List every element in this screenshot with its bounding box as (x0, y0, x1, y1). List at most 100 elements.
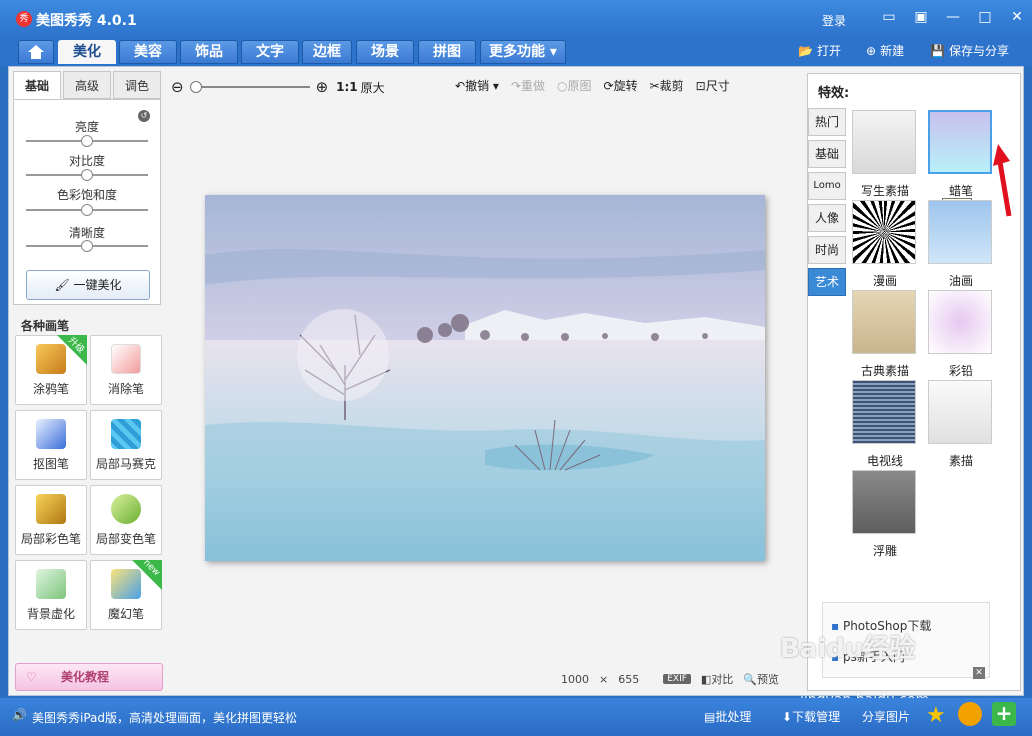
tutorial-button[interactable]: ♡ 美化教程 (15, 663, 163, 691)
login-link[interactable]: 登录 (822, 12, 846, 29)
effect-oil[interactable]: 油画 (928, 200, 994, 288)
new-button[interactable]: ⊕ 新建 (866, 42, 904, 59)
weibo-icon[interactable] (958, 702, 982, 726)
effect-tv-lines[interactable]: 电视线 (852, 380, 918, 468)
brush-graffiti[interactable]: 涂鸦笔 升级 (15, 335, 87, 405)
rotate-button[interactable]: ⟳旋转 (604, 77, 638, 94)
effect-color-pencil-label: 彩铅 (948, 364, 973, 378)
open-button[interactable]: 📂 打开 (798, 42, 841, 59)
contrast-knob[interactable] (81, 169, 93, 181)
original-label: 原图 (567, 79, 592, 93)
brush-graffiti-label: 涂鸦笔 (32, 382, 69, 396)
undo-button[interactable]: ↶撤销 ▾ (455, 77, 499, 94)
promo-message[interactable]: 美图秀秀iPad版，高清处理画面，美化拼图更轻松 (32, 709, 297, 726)
sharpness-knob[interactable] (81, 240, 93, 252)
preview-button[interactable]: 🔍预览 (743, 671, 779, 687)
tab-accessories[interactable]: 饰品 (180, 40, 238, 64)
brightness-slider[interactable] (26, 135, 148, 147)
brush-recolor[interactable]: 局部变色笔 (90, 485, 162, 555)
effect-sketch[interactable]: 写生素描 (852, 110, 918, 198)
effect-pencil-sketch[interactable]: 素描 (928, 380, 994, 468)
category-basic[interactable]: 基础 (808, 140, 846, 168)
effect-color-pencil[interactable]: 彩铅 (928, 290, 994, 378)
category-art[interactable]: 艺术 (808, 268, 846, 296)
star-icon[interactable]: ★ (926, 703, 946, 728)
preview-icon: 🔍 (743, 673, 758, 686)
maximize-icon[interactable]: □ (976, 9, 994, 25)
compare-button[interactable]: ◧对比 (701, 671, 733, 687)
effect-emboss[interactable]: 浮雕 (852, 470, 918, 558)
contrast-slider[interactable] (26, 169, 148, 181)
add-icon[interactable]: + (992, 702, 1016, 726)
crop-button[interactable]: ✂裁剪 (650, 77, 684, 94)
tab-text[interactable]: 文字 (241, 40, 299, 64)
brush-cutout[interactable]: 抠图笔 (15, 410, 87, 480)
category-lomo[interactable]: Lomo (808, 172, 846, 200)
tab-beauty[interactable]: 美容 (119, 40, 177, 64)
download-manager-button[interactable]: ⬇下载管理 (782, 708, 840, 725)
exif-button[interactable]: EXIF (663, 674, 691, 684)
minimize-icon[interactable]: — (944, 9, 962, 25)
brightness-label: 亮度 (74, 120, 99, 134)
tab-more-label: 更多功能 (489, 44, 546, 60)
tab-beautify[interactable]: 美化 (58, 40, 116, 64)
brightness-knob[interactable] (81, 135, 93, 147)
category-portrait[interactable]: 人像 (808, 204, 846, 232)
brush-mosaic[interactable]: 局部马赛克 (90, 410, 162, 480)
effect-classic-sketch[interactable]: 古典素描 (852, 290, 918, 378)
subtab-basic[interactable]: 基础 (13, 71, 61, 99)
brush-blur-label: 背景虚化 (26, 607, 75, 621)
size-button[interactable]: ⊡尺寸 (696, 77, 730, 94)
sharpness-slider[interactable] (26, 240, 148, 252)
category-popular[interactable]: 热门 (808, 108, 846, 136)
effect-comic[interactable]: 漫画 (852, 200, 918, 288)
tab-frame[interactable]: 边框 (302, 40, 352, 64)
undo-dropdown-icon[interactable]: ▾ (493, 79, 499, 93)
feedback-icon[interactable]: ▭ (880, 9, 898, 25)
save-share-button[interactable]: 💾 保存与分享 (930, 42, 1009, 59)
brush-magic-label: 魔幻笔 (107, 607, 144, 621)
brush-section-title: 各种画笔 (21, 319, 70, 333)
canvas-area: ⊖ ⊕ 1:1 原大 ↶撤销 ▾ ↷重做 ○原图 ⟳旋转 ✂裁剪 ⊡尺寸 100… (165, 69, 805, 695)
saturation-knob[interactable] (81, 204, 93, 216)
original-size-label[interactable]: 原大 (361, 79, 385, 96)
saturation-slider[interactable] (26, 204, 148, 216)
close-icon[interactable]: ✕ (1008, 9, 1026, 25)
save-share-label: 保存与分享 (948, 44, 1009, 58)
ratio-button[interactable]: 1:1 (336, 80, 358, 94)
effect-crayon[interactable]: 蜡笔 蜡笔 (928, 110, 994, 216)
original-icon: ○ (557, 79, 568, 93)
contrast-label: 对比度 (68, 154, 105, 168)
effect-comic-label: 漫画 (872, 274, 897, 288)
cutout-pen-icon (36, 419, 66, 449)
home-tab[interactable] (18, 40, 54, 64)
one-click-beautify-button[interactable]: 🖌 一键美化 (26, 270, 150, 300)
subtab-color[interactable]: 调色 (113, 71, 161, 99)
zoom-in-icon[interactable]: ⊕ (316, 78, 329, 96)
brush-local-color[interactable]: 局部彩色笔 (15, 485, 87, 555)
tab-collage[interactable]: 拼图 (418, 40, 476, 64)
title-bar: 秀 美图秀秀 4.0.1 登录 ▭ ▣ — □ ✕ (0, 0, 1032, 38)
zoom-knob[interactable] (189, 81, 202, 93)
brush-eraser[interactable]: 消除笔 (90, 335, 162, 405)
original-button[interactable]: ○原图 (557, 77, 592, 94)
batch-button[interactable]: ▤批处理 (704, 708, 751, 725)
redo-button[interactable]: ↷重做 (511, 77, 545, 94)
zoom-out-icon[interactable]: ⊖ (171, 78, 184, 96)
ad-close-icon[interactable]: ✕ (973, 667, 985, 679)
brush-magic[interactable]: 魔幻笔 new (90, 558, 162, 630)
compare-icon: ◧ (700, 673, 712, 686)
main-tab-bar: 美化 美容 饰品 文字 边框 场景 拼图 更多功能 ▾ 📂 打开 ⊕ 新建 💾 保存与… (0, 38, 1032, 66)
subtab-advanced[interactable]: 高级 (63, 71, 111, 99)
brush-local-color-label: 局部彩色笔 (20, 532, 81, 546)
category-fashion[interactable]: 时尚 (808, 236, 846, 264)
image-height: 655 (618, 672, 640, 686)
image-width: 1000 (561, 672, 589, 686)
rotate-label: 旋转 (613, 79, 638, 93)
share-image-button[interactable]: 分享图片 (862, 708, 910, 725)
zoom-slider[interactable] (189, 81, 310, 93)
tab-more[interactable]: 更多功能 ▾ (480, 40, 566, 64)
tab-scene[interactable]: 场景 (356, 40, 414, 64)
brush-background-blur[interactable]: 背景虚化 (15, 560, 87, 630)
skin-icon[interactable]: ▣ (912, 9, 930, 25)
